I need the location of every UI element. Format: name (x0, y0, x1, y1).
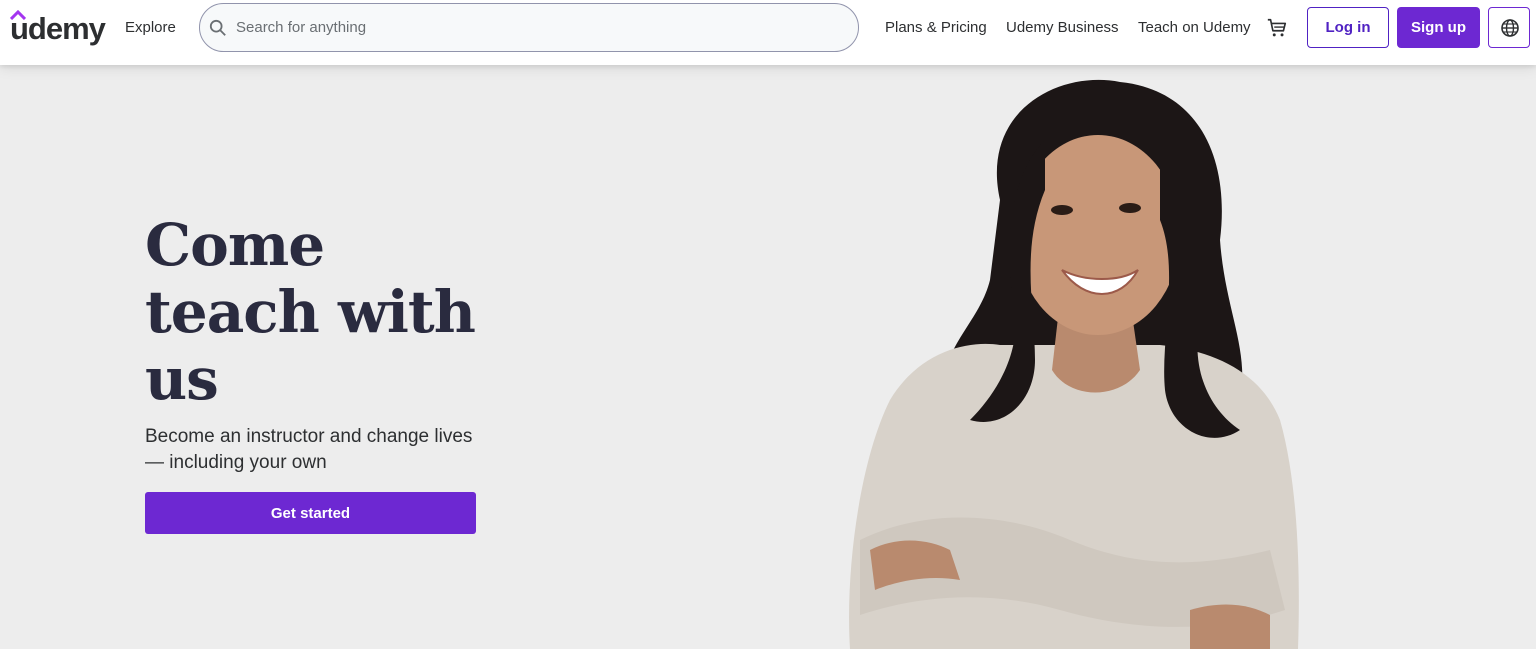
hero-subtitle-line: — including your own (145, 452, 327, 473)
top-navigation-bar: udemy Explore Plans & Pricing Udemy Busi… (0, 0, 1536, 65)
hero-subtitle: Become an instructor and change lives — … (145, 424, 485, 476)
logo-text: udemy (10, 11, 106, 46)
signup-button[interactable]: Sign up (1397, 7, 1480, 48)
language-button[interactable] (1488, 7, 1530, 48)
teach-on-udemy-link[interactable]: Teach on Udemy (1138, 19, 1251, 36)
hero-title-line: Come (145, 211, 325, 279)
hero-title-line: us (145, 345, 219, 413)
hero-subtitle-line: Become an instructor and change lives (145, 426, 473, 447)
login-button[interactable]: Log in (1307, 7, 1389, 48)
explore-link[interactable]: Explore (125, 19, 176, 36)
globe-icon (1501, 19, 1519, 37)
plans-pricing-link[interactable]: Plans & Pricing (885, 19, 987, 36)
hero-title: Come teach with us (145, 212, 525, 413)
instructor-photo (849, 79, 1299, 649)
udemy-logo[interactable]: udemy (10, 10, 106, 50)
search-input[interactable] (236, 4, 846, 51)
cart-icon[interactable] (1266, 17, 1288, 39)
udemy-business-link[interactable]: Udemy Business (1006, 19, 1119, 36)
get-started-button[interactable]: Get started (145, 492, 476, 534)
hero-title-line: teach with (145, 278, 476, 346)
search-bar[interactable] (199, 3, 859, 52)
search-icon[interactable] (209, 19, 227, 37)
